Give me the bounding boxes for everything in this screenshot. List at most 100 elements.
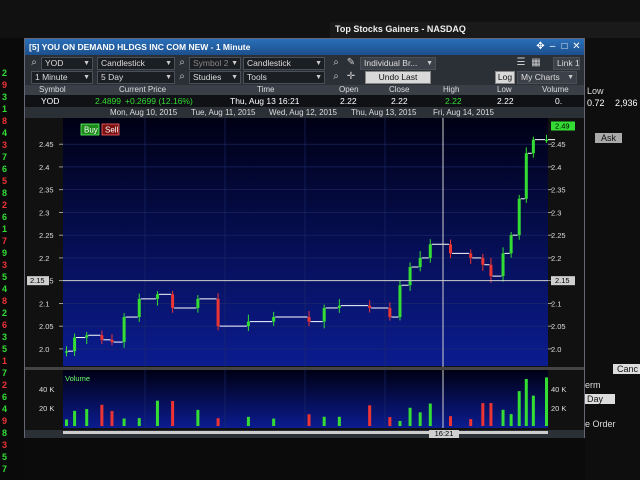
- low-value: 0.72: [587, 98, 605, 108]
- quote-high: 2.22: [445, 96, 462, 106]
- candle-body: [307, 317, 311, 322]
- y-tick-label: 2.3: [551, 208, 561, 217]
- search-icon[interactable]: ⌕: [28, 57, 40, 69]
- price-chart[interactable]: 2.45 2.4 2.35 2.3 2.25 2.2 2.15 2.1 2.05 2.0 2.45…: [25, 118, 584, 430]
- candle-body: [272, 317, 276, 322]
- volume-bar: [65, 419, 68, 426]
- volume-bar: [171, 400, 175, 426]
- studies-select[interactable]: Studies ▼: [189, 71, 241, 84]
- quote-header: Symbol Current Price Time Open Close Hig…: [25, 85, 584, 95]
- volume-bar: [531, 395, 535, 426]
- time-scroll-track[interactable]: [63, 431, 548, 434]
- volume-bar: [122, 418, 126, 426]
- volume-bar: [272, 418, 276, 426]
- volume-bar: [449, 416, 452, 426]
- col-time: Time: [257, 85, 275, 94]
- settings-icon[interactable]: ✥: [535, 41, 546, 52]
- my-charts-select[interactable]: My Charts ▼: [517, 71, 577, 84]
- range-select[interactable]: 5 Day ▼: [97, 71, 175, 84]
- candle-body: [85, 335, 89, 338]
- col-current-price: Current Price: [119, 85, 167, 94]
- candle-body: [216, 298, 220, 327]
- broker-select[interactable]: Individual Br... ▼: [360, 57, 436, 70]
- background-list-number: 3: [2, 260, 8, 270]
- candle-body: [246, 321, 250, 327]
- quote-row[interactable]: YOD 2.4899 +0.2699 (12.16%) Thu, Aug 13 …: [25, 95, 584, 107]
- background-list-number: 8: [2, 188, 8, 198]
- cancel-button[interactable]: Canc: [613, 364, 640, 374]
- search-icon-2[interactable]: ⌕: [176, 57, 188, 69]
- background-list-number: 7: [2, 236, 8, 246]
- quote-symbol: YOD: [41, 96, 60, 106]
- link-select[interactable]: Link 1: [553, 57, 580, 70]
- volume-bar: [428, 403, 432, 426]
- chart-window: [5] YOU ON DEMAND HLDGS INC COM NEW - 1 …: [24, 38, 585, 438]
- symbol2-input[interactable]: Symbol 2 ▼: [189, 57, 241, 70]
- candle-body: [196, 298, 200, 308]
- pane-divider[interactable]: [25, 367, 584, 370]
- volume-bar: [489, 403, 493, 426]
- interval-select[interactable]: 1 Minute ▼: [31, 71, 93, 84]
- background-list-number: 8: [2, 428, 8, 438]
- y-tick-label: 2.0: [551, 345, 561, 354]
- time-scrollbar[interactable]: 16:21: [25, 430, 584, 438]
- log-button[interactable]: Log: [495, 71, 515, 84]
- window-titlebar[interactable]: [5] YOU ON DEMAND HLDGS INC COM NEW - 1 …: [25, 39, 584, 55]
- magnify-icon[interactable]: ⌕: [330, 71, 342, 83]
- y-tick-label: 2.35: [39, 186, 54, 195]
- chart-type-select[interactable]: Candlestick ▼: [97, 57, 175, 70]
- low-label: Low: [587, 86, 604, 96]
- candle-body: [524, 153, 528, 199]
- background-list-number: 1: [2, 224, 8, 234]
- candle-body: [509, 235, 513, 254]
- background-list-number: 7: [2, 152, 8, 162]
- col-symbol: Symbol: [39, 85, 66, 94]
- background-list-number: 5: [2, 344, 8, 354]
- volume-bar: [100, 404, 104, 426]
- day-select[interactable]: Day: [585, 394, 616, 404]
- volume-tick: 40 K: [39, 385, 54, 394]
- draw-icon[interactable]: ✎: [345, 57, 357, 69]
- volume-bar: [137, 418, 141, 426]
- background-list-number: 3: [2, 92, 8, 102]
- y-tick-label: 2.25: [551, 231, 566, 240]
- candle-body: [337, 305, 341, 308]
- quote-open: 2.22: [340, 96, 357, 106]
- background-list-number: 5: [2, 176, 8, 186]
- zoom-icon[interactable]: ⌕: [330, 57, 342, 69]
- crosshair-time-tag: 16:21: [429, 430, 459, 438]
- volume-bar: [110, 411, 114, 426]
- volume-tick: 40 K: [551, 385, 566, 394]
- tools-select[interactable]: Tools ▼: [243, 71, 325, 84]
- quote-price: 2.4899: [95, 96, 121, 106]
- list-icon[interactable]: ☰: [515, 57, 527, 69]
- candle-body: [489, 264, 493, 277]
- col-close: Close: [389, 85, 410, 94]
- background-list-number: 9: [2, 248, 8, 258]
- undo-last-button[interactable]: Undo Last: [365, 71, 431, 84]
- grid-icon[interactable]: ▦: [530, 57, 542, 69]
- y-tick-label: 2.0: [39, 345, 49, 354]
- candle-body: [65, 351, 68, 353]
- candle-body: [531, 139, 535, 154]
- volume-bar: [398, 420, 402, 426]
- symbol-input[interactable]: YOD ▼: [41, 57, 93, 70]
- close-icon[interactable]: ✕: [571, 41, 582, 52]
- candle-body: [501, 253, 505, 277]
- background-list-number: 4: [2, 128, 8, 138]
- candle-body: [155, 294, 159, 299]
- crosshair-icon[interactable]: ✛: [345, 71, 357, 83]
- studies-icon[interactable]: ⌕: [176, 71, 188, 83]
- volume-tick: 20 K: [551, 404, 566, 413]
- candle-body: [481, 257, 485, 265]
- maximize-icon[interactable]: □: [559, 41, 570, 52]
- y-tick-label: 2.4: [39, 163, 49, 172]
- volume-label: Volume: [65, 374, 90, 383]
- background-list-number: 3: [2, 332, 8, 342]
- minimize-icon[interactable]: –: [547, 41, 558, 52]
- buy-label: Buy: [84, 126, 98, 135]
- background-list-number: 1: [2, 104, 8, 114]
- candle-body: [517, 198, 521, 236]
- candle-body: [73, 337, 77, 352]
- chart-type-select-2[interactable]: Candlestick ▼: [243, 57, 325, 70]
